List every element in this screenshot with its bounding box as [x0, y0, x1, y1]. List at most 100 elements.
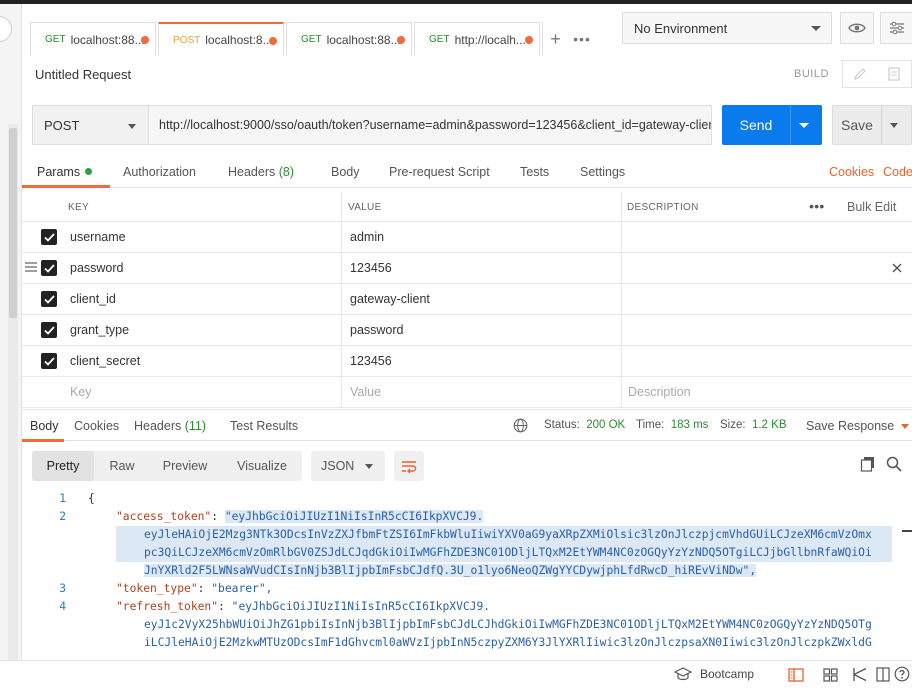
response-tab-cookies[interactable]: Cookies — [74, 419, 119, 433]
param-description-cell[interactable] — [622, 253, 912, 284]
tab-headers[interactable]: Headers (8) — [228, 165, 294, 179]
bootcamp-button[interactable]: Bootcamp — [674, 667, 754, 681]
param-value: password — [350, 323, 404, 337]
response-tab-headers[interactable]: Headers (11) — [134, 419, 206, 433]
new-value-input[interactable]: Value — [342, 377, 622, 408]
keyboard-shortcuts-icon[interactable] — [853, 667, 867, 682]
manage-environments-button[interactable] — [880, 12, 912, 44]
save-response-button[interactable]: Save Response — [806, 419, 909, 433]
param-enabled-checkbox[interactable] — [41, 291, 57, 307]
environment-quick-look-button[interactable] — [840, 12, 874, 44]
param-key: grant_type — [70, 323, 130, 337]
tab-method: POST — [173, 34, 201, 46]
size-value: 1.2 KB — [751, 419, 787, 431]
json-string: JnYXRld2F5LWNsaWVudCIsInNjb3BlIjpbImFsbC… — [144, 564, 757, 577]
bulk-edit-link[interactable]: Bulk Edit — [847, 200, 896, 214]
tab-tests[interactable]: Tests — [520, 165, 549, 179]
param-value-cell[interactable]: admin — [342, 222, 622, 253]
view-raw[interactable]: Raw — [96, 451, 148, 481]
view-preview[interactable]: Preview — [150, 451, 220, 481]
response-headers-count: (11) — [184, 419, 207, 433]
param-enabled-checkbox[interactable] — [41, 260, 57, 276]
left-scrollbar-thumb[interactable] — [9, 128, 17, 318]
code-link[interactable]: Code — [883, 165, 912, 179]
save-options-chevron-icon[interactable] — [890, 122, 898, 128]
two-pane-layout-icon[interactable] — [788, 668, 804, 682]
table-row-new: Key Value Description — [22, 377, 912, 408]
more-tabs-button[interactable]: ••• — [568, 22, 596, 56]
status-value: 200 OK — [586, 419, 626, 431]
send-options-chevron-icon[interactable] — [799, 122, 809, 128]
close-icon[interactable] — [892, 263, 902, 273]
param-description-cell[interactable] — [622, 284, 912, 315]
edit-mode-button[interactable] — [843, 61, 877, 87]
param-enabled-checkbox[interactable] — [41, 353, 57, 369]
response-tab-test-results[interactable]: Test Results — [230, 419, 298, 433]
save-response-label: Save Response — [806, 419, 895, 433]
param-description-cell[interactable] — [622, 222, 912, 253]
description-column-header: DESCRIPTION ••• Bulk Edit — [622, 192, 912, 223]
table-options-button[interactable]: ••• — [809, 198, 825, 214]
key-column-header: KEY — [22, 192, 342, 223]
response-body-code[interactable]: 1 { 2 "access_token": "eyJhbGciOiJIUzI1N… — [22, 490, 912, 652]
param-value-cell[interactable]: password — [342, 315, 622, 346]
pencil-icon — [854, 68, 866, 80]
layout-columns-icon[interactable] — [876, 667, 890, 682]
body-view-toggle: Pretty Raw Preview Visualize — [32, 451, 302, 481]
grid-layout-icon[interactable] — [823, 668, 838, 682]
drag-handle-icon[interactable] — [25, 262, 37, 272]
add-tab-button[interactable]: + — [542, 22, 568, 56]
param-description-cell[interactable] — [622, 315, 912, 346]
tab-body[interactable]: Body — [331, 165, 360, 179]
new-key-input[interactable]: Key — [22, 377, 342, 408]
request-title[interactable]: Untitled Request — [35, 67, 131, 82]
format-select[interactable]: JSON — [311, 451, 385, 481]
wrap-lines-button[interactable] — [394, 451, 424, 481]
json-string: pc3QiLCJzeXM6cmVzOmRlbGV0ZSJdLCJqdGkiOiI… — [144, 546, 872, 559]
response-status: Status: 200 OK — [544, 419, 625, 431]
send-button[interactable]: Send — [722, 105, 822, 145]
param-value-cell[interactable]: gateway-client — [342, 284, 622, 315]
param-enabled-checkbox[interactable] — [41, 322, 57, 338]
code-line: 1 { — [22, 490, 912, 508]
tab-settings[interactable]: Settings — [580, 165, 625, 179]
value-column-header: VALUE — [342, 192, 622, 223]
view-pretty[interactable]: Pretty — [32, 451, 94, 481]
docs-mode-button[interactable] — [877, 61, 911, 87]
tab-request-1[interactable]: GET localhost:88... — [30, 22, 156, 56]
tab-prerequest-script[interactable]: Pre-request Script — [389, 165, 490, 179]
tab-authorization[interactable]: Authorization — [123, 165, 196, 179]
param-enabled-checkbox[interactable] — [41, 229, 57, 245]
new-description-input[interactable]: Description — [622, 377, 912, 408]
environment-select[interactable]: No Environment — [622, 12, 832, 44]
sidebar-toggle-icon[interactable] — [0, 16, 12, 42]
param-value-cell[interactable]: 123456 — [342, 253, 622, 284]
param-key: client_id — [70, 292, 116, 306]
save-button[interactable]: Save — [832, 105, 912, 145]
url-input[interactable]: http://localhost:9000/sso/oauth/token?us… — [148, 105, 712, 145]
view-visualize[interactable]: Visualize — [224, 451, 300, 481]
tab-url: http://localh... — [454, 32, 526, 47]
http-method-select[interactable]: POST — [32, 105, 148, 145]
request-section-tabs: Params Authorization Headers (8) Body Pr… — [22, 156, 912, 188]
param-key-cell[interactable]: client_secret — [22, 346, 342, 377]
help-icon[interactable] — [894, 666, 910, 682]
param-value-cell[interactable]: 123456 — [342, 346, 622, 377]
param-key-cell[interactable]: password — [22, 253, 342, 284]
search-icon[interactable] — [886, 456, 902, 472]
json-string: iLCJleHAiOjE2MzkwMTUzODcsImF1dGhvcml0aWV… — [144, 636, 872, 649]
response-tab-body[interactable]: Body — [30, 419, 59, 433]
param-key-cell[interactable]: username — [22, 222, 342, 253]
tab-request-2[interactable]: POST localhost:8... — [158, 22, 284, 56]
copy-icon[interactable] — [860, 456, 876, 472]
cookies-link[interactable]: Cookies — [829, 165, 874, 179]
globe-icon[interactable] — [513, 418, 528, 433]
param-description-cell[interactable] — [622, 346, 912, 377]
param-key-cell[interactable]: client_id — [22, 284, 342, 315]
tab-params[interactable]: Params — [37, 165, 93, 179]
param-key-cell[interactable]: grant_type — [22, 315, 342, 346]
tab-request-4[interactable]: GET http://localh... — [414, 22, 540, 56]
tab-request-3[interactable]: GET localhost:88... — [286, 22, 412, 56]
save-button-label: Save — [841, 117, 873, 133]
unsaved-dot-icon — [141, 36, 149, 44]
